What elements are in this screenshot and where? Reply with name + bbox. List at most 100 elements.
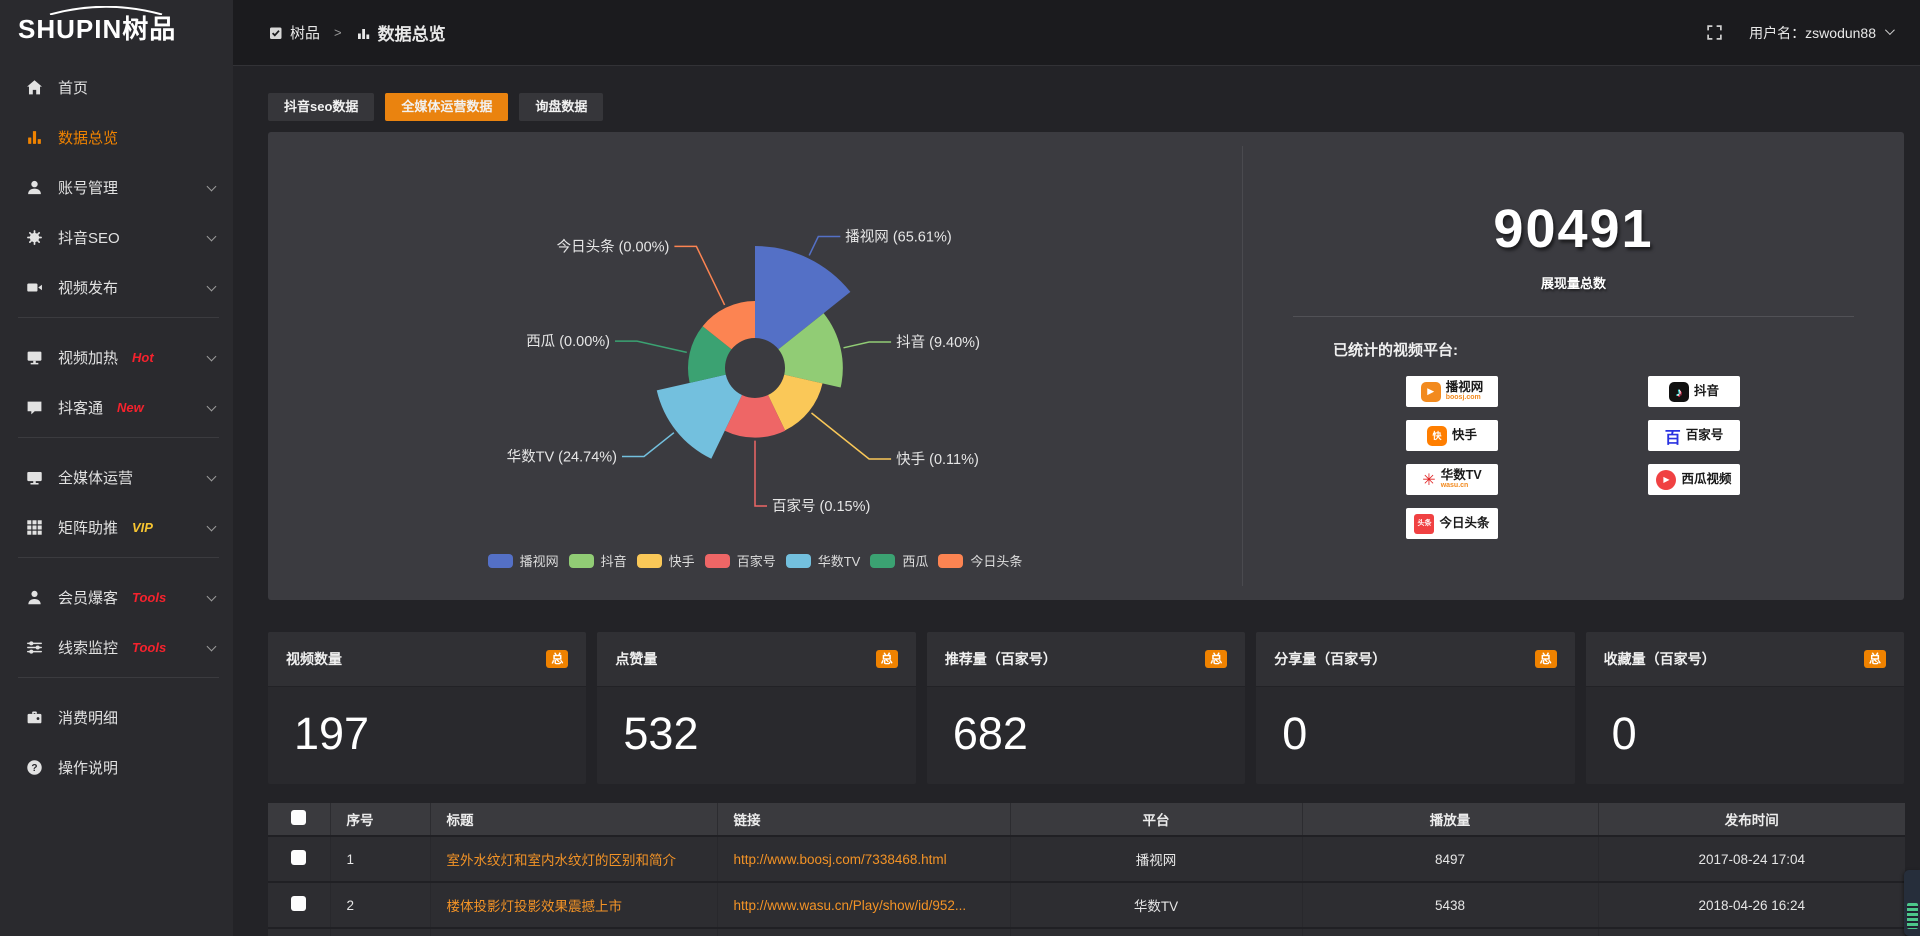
- chevron-down-icon: [207, 182, 217, 192]
- sidebar-item-label: 线索监控: [58, 637, 118, 658]
- legend-label: 抖音: [601, 551, 627, 570]
- pie-slice-4[interactable]: [657, 375, 742, 459]
- home-icon: [26, 79, 43, 96]
- select-all-checkbox[interactable]: [291, 810, 306, 825]
- legend-item-6[interactable]: 今日头条: [938, 551, 1022, 570]
- username: zswodun88: [1805, 25, 1876, 41]
- label-line-1: [844, 342, 892, 348]
- legend-swatch: [705, 554, 730, 568]
- total-badge: 总: [876, 650, 898, 668]
- sidebar-item-wallet[interactable]: 消费明细: [0, 697, 233, 737]
- sidebar-item-user[interactable]: 账号管理: [0, 167, 233, 207]
- total-impressions-value: 90491: [1243, 202, 1904, 256]
- stat-card-0: 视频数量总197: [268, 632, 586, 784]
- sidebar-item-home[interactable]: 首页: [0, 67, 233, 107]
- sidebar-item-monitor[interactable]: 全媒体运营: [0, 457, 233, 497]
- sidebar-divider: [18, 557, 219, 558]
- sidebar-item-grid[interactable]: 矩阵助推VIP: [0, 507, 233, 547]
- column-header-3: 平台: [1010, 803, 1302, 836]
- legend-item-1[interactable]: 抖音: [569, 551, 627, 570]
- sidebar-item-heat[interactable]: 视频加热 Hot: [0, 337, 233, 377]
- sidebar-item-label: 全媒体运营: [58, 467, 133, 488]
- column-header-0: 序号: [330, 803, 430, 836]
- total-badge: 总: [1205, 650, 1227, 668]
- toutiao-logo-icon: 头条: [1414, 514, 1434, 534]
- breadcrumb-current-icon: [356, 25, 372, 41]
- heat-icon: [26, 349, 43, 366]
- sidebar-item-badge: VIP: [132, 520, 153, 535]
- legend-item-2[interactable]: 快手: [637, 551, 695, 570]
- stat-card-label: 推荐量（百家号）: [945, 649, 1057, 669]
- row-checkbox[interactable]: [291, 896, 306, 911]
- user-zone: 用户名： zswodun88: [1706, 23, 1892, 43]
- label-line-5: [615, 341, 687, 352]
- sidebar-item-label: 视频发布: [58, 277, 118, 298]
- sidebar-item-video[interactable]: 视频发布: [0, 267, 233, 307]
- column-header-2: 链接: [717, 803, 1010, 836]
- legend-label: 西瓜: [902, 551, 928, 570]
- tab-2[interactable]: 全媒体运营数据: [385, 93, 508, 121]
- legend-label: 华数TV: [818, 551, 861, 570]
- sidebar-item-label: 消费明细: [58, 707, 118, 728]
- summary-area: 90491 展现量总数 已统计的视频平台: ▶播视网boosj.com♪抖音快快…: [1243, 132, 1904, 600]
- sidebar-item-badge: Tools: [132, 590, 166, 605]
- pie-label-0: 播视网 (65.61%): [845, 229, 951, 246]
- legend-label: 播视网: [520, 551, 559, 570]
- logo[interactable]: SHUPIN树品: [0, 0, 233, 58]
- tab-1[interactable]: 抖音seo数据: [268, 93, 374, 121]
- cell-title-link[interactable]: 楼体投影灯投影效果震撼上市: [430, 882, 717, 928]
- video-table: 序号标题链接平台播放量发布时间 1室外水纹灯和室内水纹灯的区别和简介http:/…: [268, 803, 1905, 936]
- sidebar-item-badge: Hot: [132, 350, 154, 365]
- sidebar-nav: 首页数据总览账号管理抖音SEO 视频发布视频加热 Hot 抖客通New 全媒体运营矩阵助…: [0, 67, 233, 787]
- tab-3[interactable]: 询盘数据: [519, 93, 603, 121]
- cell-plays: 5438: [1302, 882, 1598, 928]
- stat-card-label: 视频数量: [286, 649, 342, 669]
- sidebar-item-sliders[interactable]: 线索监控Tools: [0, 627, 233, 667]
- breadcrumb-root[interactable]: 树品: [290, 22, 320, 43]
- rose-pie-chart[interactable]: 播视网 (65.61%)抖音 (9.40%)快手 (0.11%)百家号 (0.1…: [268, 132, 1242, 600]
- sidebar-item-help[interactable]: ?操作说明: [0, 747, 233, 787]
- legend-item-3[interactable]: 百家号: [705, 551, 776, 570]
- sidebar-item-chart[interactable]: 数据总览: [0, 117, 233, 157]
- cell-title-link[interactable]: 室外水纹灯和室内水纹灯的区别和简介: [430, 836, 717, 882]
- sidebar-item-gear[interactable]: 抖音SEO: [0, 217, 233, 257]
- fullscreen-icon[interactable]: [1706, 24, 1723, 41]
- stat-card-label: 点赞量: [615, 649, 657, 669]
- sidebar-item-person[interactable]: 会员爆客Tools: [0, 577, 233, 617]
- topbar: 树品 > 数据总览 用户名： zswodun88: [233, 0, 1920, 66]
- platform-name: 西瓜视频: [1681, 473, 1731, 486]
- legend-item-4[interactable]: 华数TV: [786, 551, 861, 570]
- wallet-icon: [26, 709, 43, 726]
- page-title: 数据总览: [378, 20, 446, 45]
- chevron-down-icon: [207, 522, 217, 532]
- column-header-5: 发布时间: [1598, 803, 1905, 836]
- floating-widget[interactable]: [1904, 870, 1920, 936]
- legend-swatch: [786, 554, 811, 568]
- video-icon: [26, 279, 43, 296]
- platform-badge-boosj: ▶播视网boosj.com: [1406, 376, 1498, 407]
- legend-swatch: [637, 554, 662, 568]
- platform-name: 快手: [1452, 429, 1477, 442]
- stat-card-value: 532: [597, 687, 915, 756]
- table-row-partial: [268, 928, 1905, 936]
- chevron-down-icon: [207, 232, 217, 242]
- sidebar-item-badge: New: [117, 400, 144, 415]
- stat-card-1: 点赞量 总 532: [597, 632, 915, 784]
- platform-badge-douyin: ♪抖音: [1648, 376, 1740, 407]
- legend-item-0[interactable]: 播视网: [488, 551, 559, 570]
- chevron-down-icon: [1885, 25, 1895, 35]
- platform-name: 播视网boosj.com: [1446, 381, 1484, 401]
- monitor-icon: [26, 469, 43, 486]
- cell-url-link[interactable]: http://www.boosj.com/7338468.html: [717, 836, 1010, 882]
- user-menu[interactable]: 用户名： zswodun88: [1749, 23, 1892, 43]
- sidebar-item-label: 视频加热: [58, 347, 118, 368]
- row-checkbox[interactable]: [291, 850, 306, 865]
- cell-url-link[interactable]: http://www.wasu.cn/Play/show/id/952...: [717, 882, 1010, 928]
- svg-text:?: ?: [31, 762, 37, 773]
- platform-subname: boosj.com: [1446, 394, 1484, 401]
- legend-item-5[interactable]: 西瓜: [870, 551, 928, 570]
- sidebar-item-chat[interactable]: 抖客通New: [0, 387, 233, 427]
- platform-badge-baijia: 百百家号: [1648, 420, 1740, 451]
- sidebar-divider: [18, 317, 219, 318]
- stat-card-label: 分享量（百家号）: [1274, 649, 1386, 669]
